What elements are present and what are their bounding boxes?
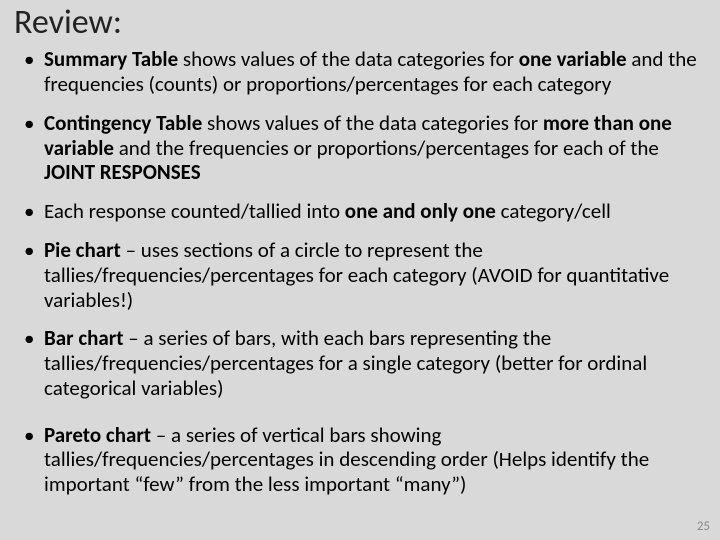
list-item: Summary Table shows values of the data c… [22,47,698,97]
text: Each response counted/tallied into [44,198,345,224]
list-item: Each response counted/tallied into one a… [22,199,698,224]
bold-text: Bar chart [44,325,124,351]
list-item: Pie chart – uses sections of a circle to… [22,238,698,312]
text: shows values of the data categories for [178,46,519,72]
list-item: Bar chart – a series of bars, with each … [22,326,698,400]
bold-text: Contingency Table [44,110,202,136]
bold-text: JOINT RESPONSES [44,159,201,185]
bold-text: Pareto chart [44,422,151,448]
list-item: Contingency Table shows values of the da… [22,111,698,185]
bullet-list: Summary Table shows values of the data c… [0,47,720,496]
text: category/cell [496,198,611,224]
text: and the frequencies or proportions/perce… [114,135,659,161]
text: – a series of bars, with each bars repre… [44,325,647,401]
bold-text: Pie chart [44,237,121,263]
page-number: 25 [697,519,710,534]
slide: Review: Summary Table shows values of th… [0,0,720,540]
bold-text: one variable [519,46,627,72]
list-item: Pareto chart – a series of vertical bars… [22,423,698,497]
bold-text: Summary Table [44,46,178,72]
text: – uses sections of a circle to represent… [44,237,669,313]
bold-text: one and only one [345,198,496,224]
slide-title: Review: [0,0,720,47]
text: shows values of the data categories for [202,110,543,136]
